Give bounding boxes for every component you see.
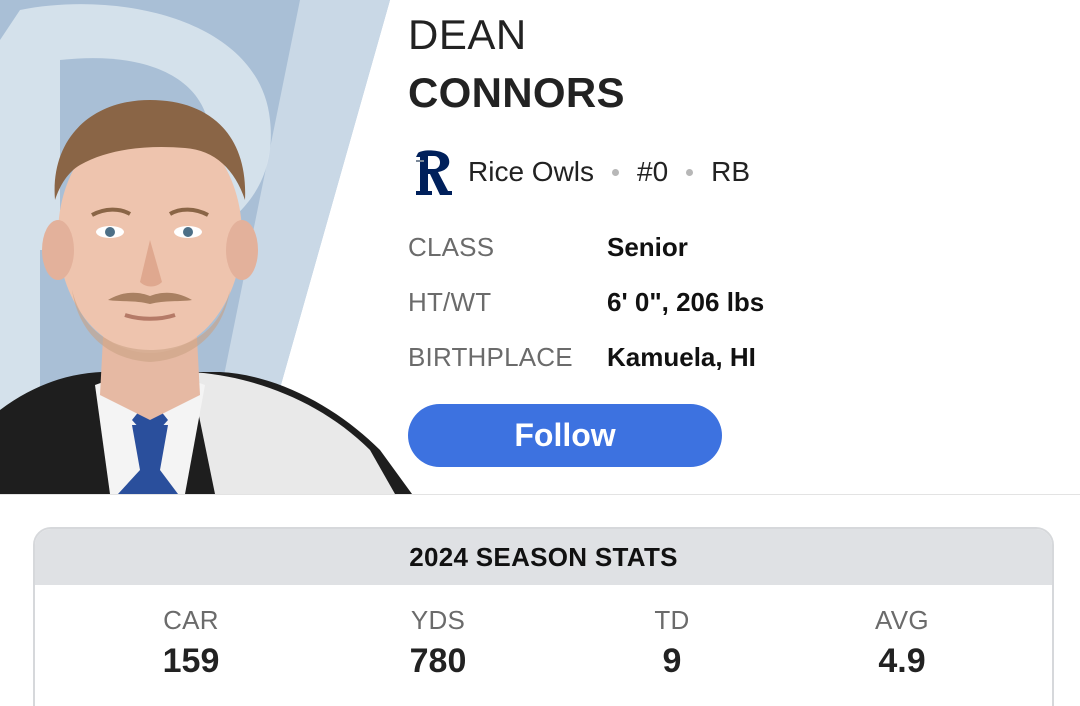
team-row: Rice Owls #0 RB [412,146,750,198]
bio-list: CLASS Senior HT/WT 6' 0", 206 lbs BIRTHP… [408,220,764,385]
player-info: DEAN CONNORS Rice Owls #0 RB CLASS Senio… [408,0,1068,494]
stat-label: AVG [875,605,929,635]
bio-label: HT/WT [408,287,492,317]
separator-dot [686,168,694,176]
stat-average: AVG 4.9 [802,605,1002,681]
bio-row-height-weight: HT/WT 6' 0", 206 lbs [408,275,764,330]
player-first-name: DEAN [408,11,527,58]
bio-value: Senior [607,232,688,262]
player-photo [0,0,412,494]
rice-owls-logo-icon[interactable] [412,146,456,198]
stats-row: CAR 159 YDS 780 TD 9 AVG 4.9 [35,585,1052,706]
bio-row-class: CLASS Senior [408,220,764,275]
stat-label: CAR [163,605,219,635]
season-stats-card: 2024 SEASON STATS CAR 159 YDS 780 TD 9 A… [33,527,1054,706]
bio-row-birthplace: BIRTHPLACE Kamuela, HI [408,330,764,385]
stat-carries: CAR 159 [91,605,291,681]
player-hero: DEAN CONNORS Rice Owls #0 RB CLASS Senio… [0,0,1080,494]
stat-value: 9 [662,642,682,680]
divider [0,494,1080,495]
bio-label: CLASS [408,232,495,262]
player-position: RB [711,156,751,187]
bio-label: BIRTHPLACE [408,342,573,372]
team-name-link[interactable]: Rice Owls [468,156,594,188]
jersey-number: #0 [637,156,669,187]
stat-touchdowns: TD 9 [572,605,772,681]
stat-yards: YDS 780 [338,605,538,681]
stat-value: 159 [162,642,220,680]
stat-value: 4.9 [878,642,926,680]
stat-label: YDS [410,605,466,635]
bio-value: Kamuela, HI [607,342,756,372]
stats-title: 2024 SEASON STATS [35,529,1052,585]
stat-value: 780 [409,642,467,680]
stat-label: TD [654,605,690,635]
separator-dot [612,168,620,176]
follow-button[interactable]: Follow [408,404,722,467]
bio-value: 6' 0", 206 lbs [607,287,765,317]
player-last-name: CONNORS [408,69,625,116]
